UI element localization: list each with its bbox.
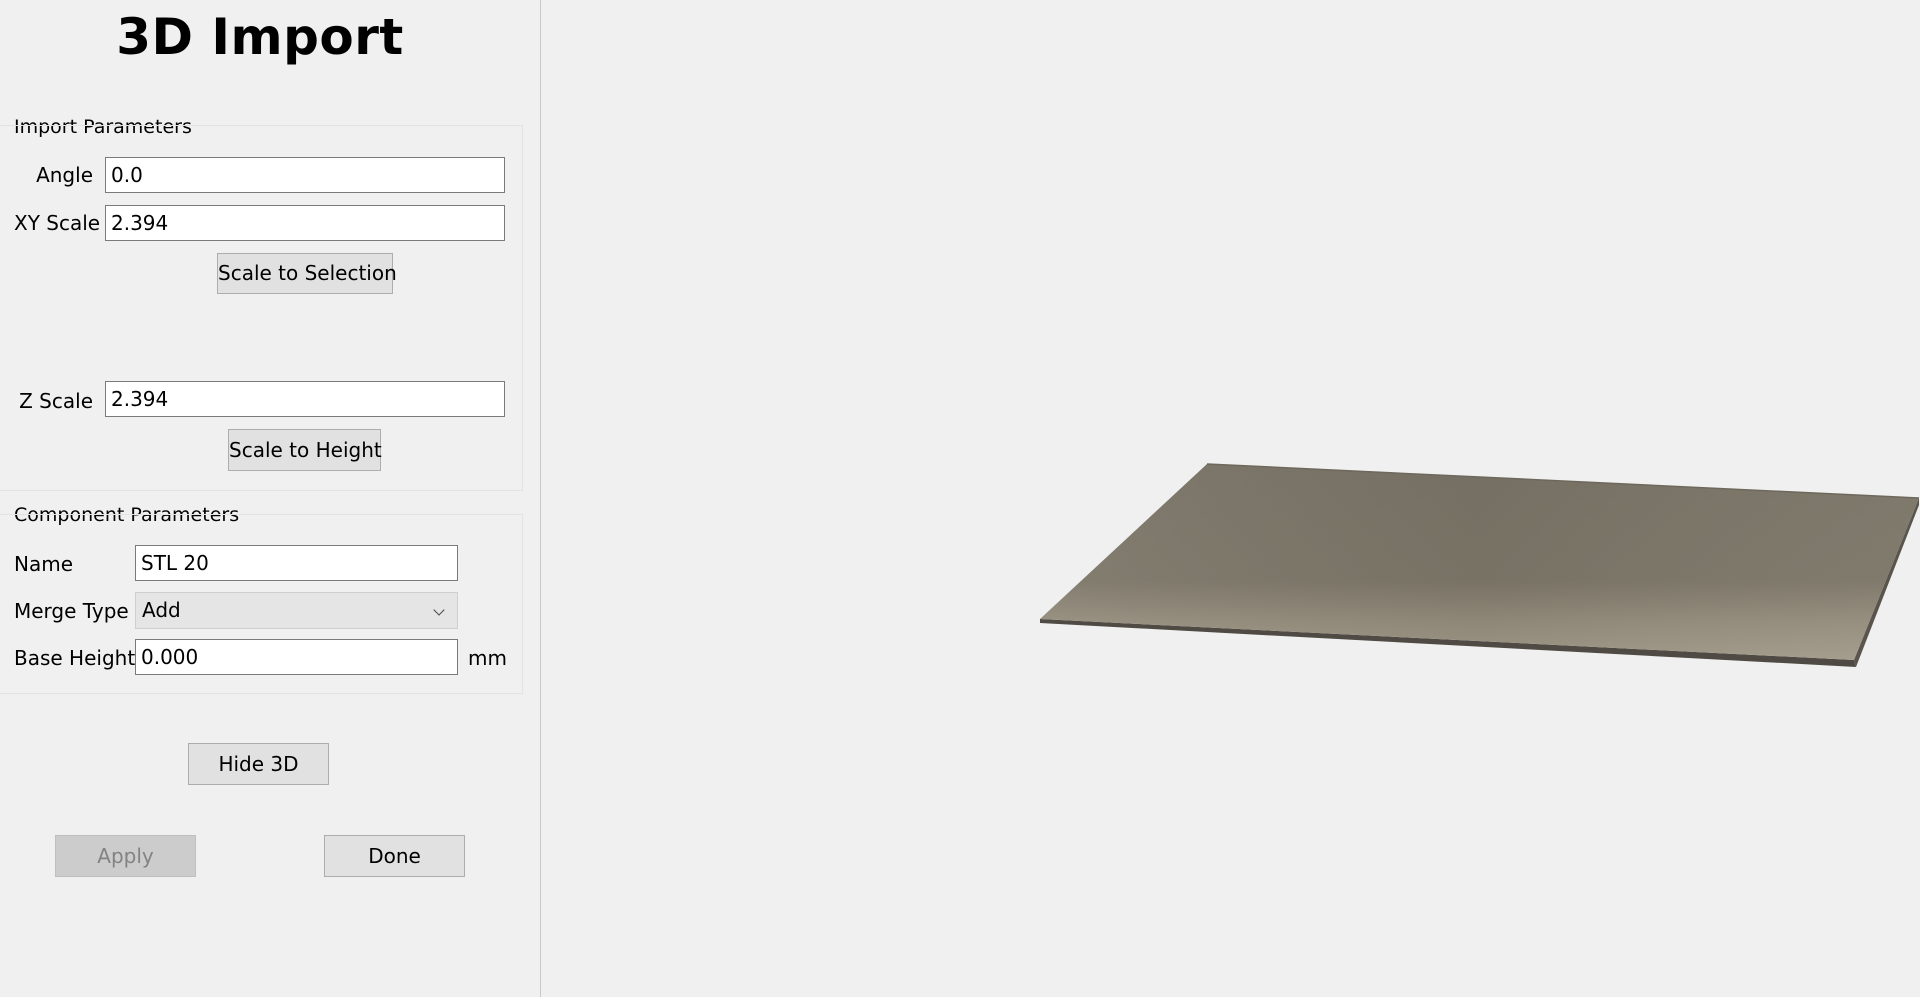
merge-type-select[interactable]: Add xyxy=(135,592,458,629)
app-window: 3D Import Import Parameters Angle 0.0 XY… xyxy=(0,0,1920,997)
name-input[interactable]: STL 20 xyxy=(135,545,458,581)
z-scale-label: Z Scale xyxy=(19,389,93,413)
hide-3d-button[interactable]: Hide 3D xyxy=(188,743,329,785)
3d-viewport[interactable] xyxy=(541,0,1920,997)
merge-type-value: Add xyxy=(142,598,181,622)
done-button[interactable]: Done xyxy=(324,835,465,877)
page-title: 3D Import xyxy=(116,8,404,66)
merge-type-label: Merge Type xyxy=(14,599,129,623)
xy-scale-input[interactable]: 2.394 xyxy=(105,205,505,241)
base-height-label: Base Height xyxy=(14,646,136,670)
3d-model-preview xyxy=(1040,463,1920,667)
angle-label: Angle xyxy=(36,163,93,187)
apply-button[interactable]: Apply xyxy=(55,835,196,877)
import-panel: 3D Import Import Parameters Angle 0.0 XY… xyxy=(0,0,541,997)
base-height-input[interactable]: 0.000 xyxy=(135,639,458,675)
base-height-unit: mm xyxy=(468,646,507,670)
xy-scale-label: XY Scale xyxy=(14,211,101,235)
scale-to-height-button[interactable]: Scale to Height xyxy=(228,429,382,471)
scale-to-selection-button[interactable]: Scale to Selection xyxy=(217,253,397,294)
slab-top-shading xyxy=(1040,464,1919,660)
chevron-down-icon xyxy=(433,604,445,616)
name-label: Name xyxy=(14,552,74,576)
z-scale-input[interactable]: 2.394 xyxy=(105,381,505,417)
angle-input[interactable]: 0.0 xyxy=(105,157,505,193)
